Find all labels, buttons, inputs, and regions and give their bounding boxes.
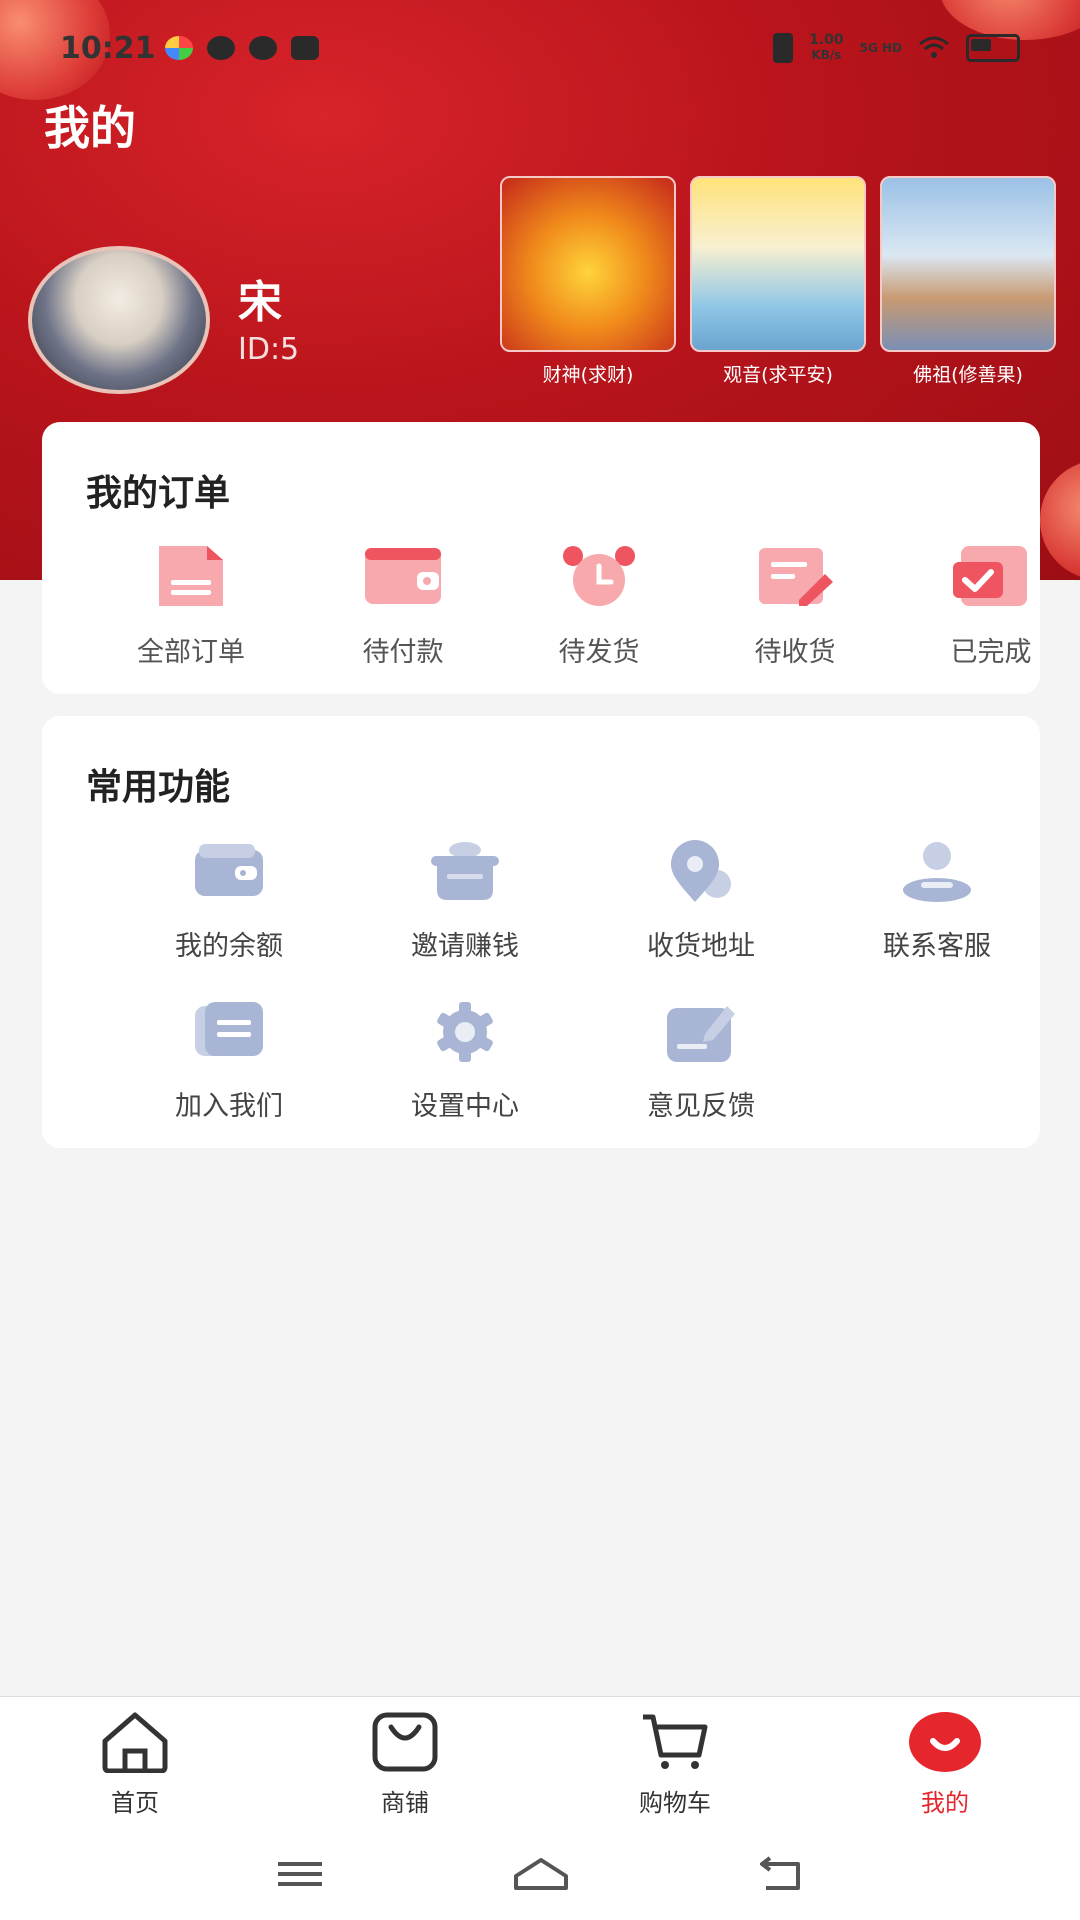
wechat-icon [207, 36, 235, 60]
back-icon[interactable] [756, 1854, 804, 1894]
order-label: 全部订单 [137, 637, 245, 668]
user-id: ID:5 [238, 332, 300, 367]
function-label: 加入我们 [175, 1091, 283, 1122]
home-icon [102, 1712, 168, 1774]
system-navigation-bar [0, 1826, 1080, 1920]
orders-title: 我的订单 [86, 473, 231, 514]
function-feedback-button[interactable]: 意见反馈 [606, 1000, 796, 1123]
order-pending-shipment-button[interactable]: 待发货 [514, 544, 684, 669]
common-functions-card: 常用功能 我的余额 邀请赚钱 收货地址 联系客服 加入我们 设置中心 意见反馈 [42, 716, 1040, 1148]
network-type: 5G HD [859, 41, 902, 55]
tab-label: 我的 [921, 1789, 969, 1817]
function-label: 我的余额 [175, 931, 283, 962]
deity-image [880, 176, 1056, 352]
status-time: 10:21 [60, 30, 156, 66]
shopping-app-icon [291, 36, 319, 60]
function-label: 设置中心 [411, 1091, 519, 1122]
order-all-button[interactable]: 全部订单 [106, 544, 276, 669]
deity-image [690, 176, 866, 352]
deity-label: 观音(求平安) [723, 364, 833, 386]
function-settings-button[interactable]: 设置中心 [370, 1000, 560, 1123]
function-label: 邀请赚钱 [411, 931, 519, 962]
home-button-icon[interactable] [512, 1854, 570, 1894]
order-label: 待发货 [558, 637, 640, 668]
user-service-icon [903, 842, 971, 902]
cart-icon [643, 1714, 708, 1769]
smile-icon [909, 1712, 981, 1772]
avatar[interactable] [28, 246, 210, 394]
vibrate-icon [773, 33, 794, 63]
tab-cart[interactable]: 购物车 [600, 1711, 750, 1818]
tab-home[interactable]: 首页 [60, 1711, 210, 1818]
function-address-button[interactable]: 收货地址 [606, 840, 796, 963]
order-pending-receipt-button[interactable]: 待收货 [710, 544, 880, 669]
tab-shop[interactable]: 商铺 [330, 1711, 480, 1818]
function-join-us-button[interactable]: 加入我们 [134, 1000, 324, 1123]
menu-icon[interactable] [276, 1854, 324, 1894]
deity-card-buddha[interactable]: 佛祖(修善果) [880, 176, 1056, 387]
functions-title: 常用功能 [86, 767, 231, 808]
tab-label: 首页 [111, 1789, 159, 1817]
bottom-tab-bar: 首页 商铺 购物车 我的 [0, 1696, 1080, 1827]
location-pin-icon [671, 840, 731, 902]
deity-label: 佛祖(修善果) [913, 364, 1023, 386]
tab-label: 购物车 [639, 1789, 711, 1817]
app-notification-icon [165, 36, 193, 60]
function-balance-button[interactable]: 我的余额 [134, 840, 324, 963]
tab-mine[interactable]: 我的 [870, 1711, 1020, 1818]
order-pending-payment-button[interactable]: 待付款 [318, 544, 488, 669]
username: 宋 [238, 277, 282, 328]
order-label: 待收货 [754, 637, 836, 668]
check-box-icon [953, 546, 1027, 606]
deity-label: 财神(求财) [542, 364, 634, 386]
message-icon [249, 36, 277, 60]
function-invite-button[interactable]: 邀请赚钱 [370, 840, 560, 963]
gear-icon [437, 1002, 493, 1062]
feedback-icon [667, 1006, 735, 1062]
wallet-icon [195, 844, 263, 896]
shopping-bag-icon [372, 1712, 438, 1772]
card-icon [195, 1002, 263, 1056]
page-title: 我的 [44, 101, 136, 155]
order-label: 已完成 [950, 637, 1032, 668]
order-completed-button[interactable]: 已完成 [906, 544, 1076, 669]
order-label: 待付款 [362, 637, 444, 668]
edit-document-icon [759, 548, 833, 606]
network-speed: 1.00 KB/s [809, 32, 844, 63]
status-bar: 10:21 1.00 KB/s 5G HD [0, 20, 1080, 76]
function-label: 收货地址 [647, 931, 755, 962]
wallet-icon [365, 548, 441, 604]
deity-cards: 财神(求财) 观音(求平安) 佛祖(修善果) [500, 176, 1056, 387]
deity-card-guanyin[interactable]: 观音(求平安) [690, 176, 866, 387]
function-label: 意见反馈 [647, 1091, 755, 1122]
deity-image [500, 176, 676, 352]
pot-icon [431, 842, 499, 900]
my-orders-card: 我的订单 全部订单 待付款 待发货 待收货 已完成 [42, 422, 1040, 694]
battery-icon [966, 34, 1020, 62]
alarm-clock-icon [563, 546, 635, 606]
function-label: 联系客服 [883, 931, 991, 962]
document-icon [159, 546, 223, 606]
function-customer-service-button[interactable]: 联系客服 [842, 840, 1032, 963]
tab-label: 商铺 [381, 1789, 429, 1817]
deity-card-caishen[interactable]: 财神(求财) [500, 176, 676, 387]
wifi-icon [919, 36, 949, 58]
